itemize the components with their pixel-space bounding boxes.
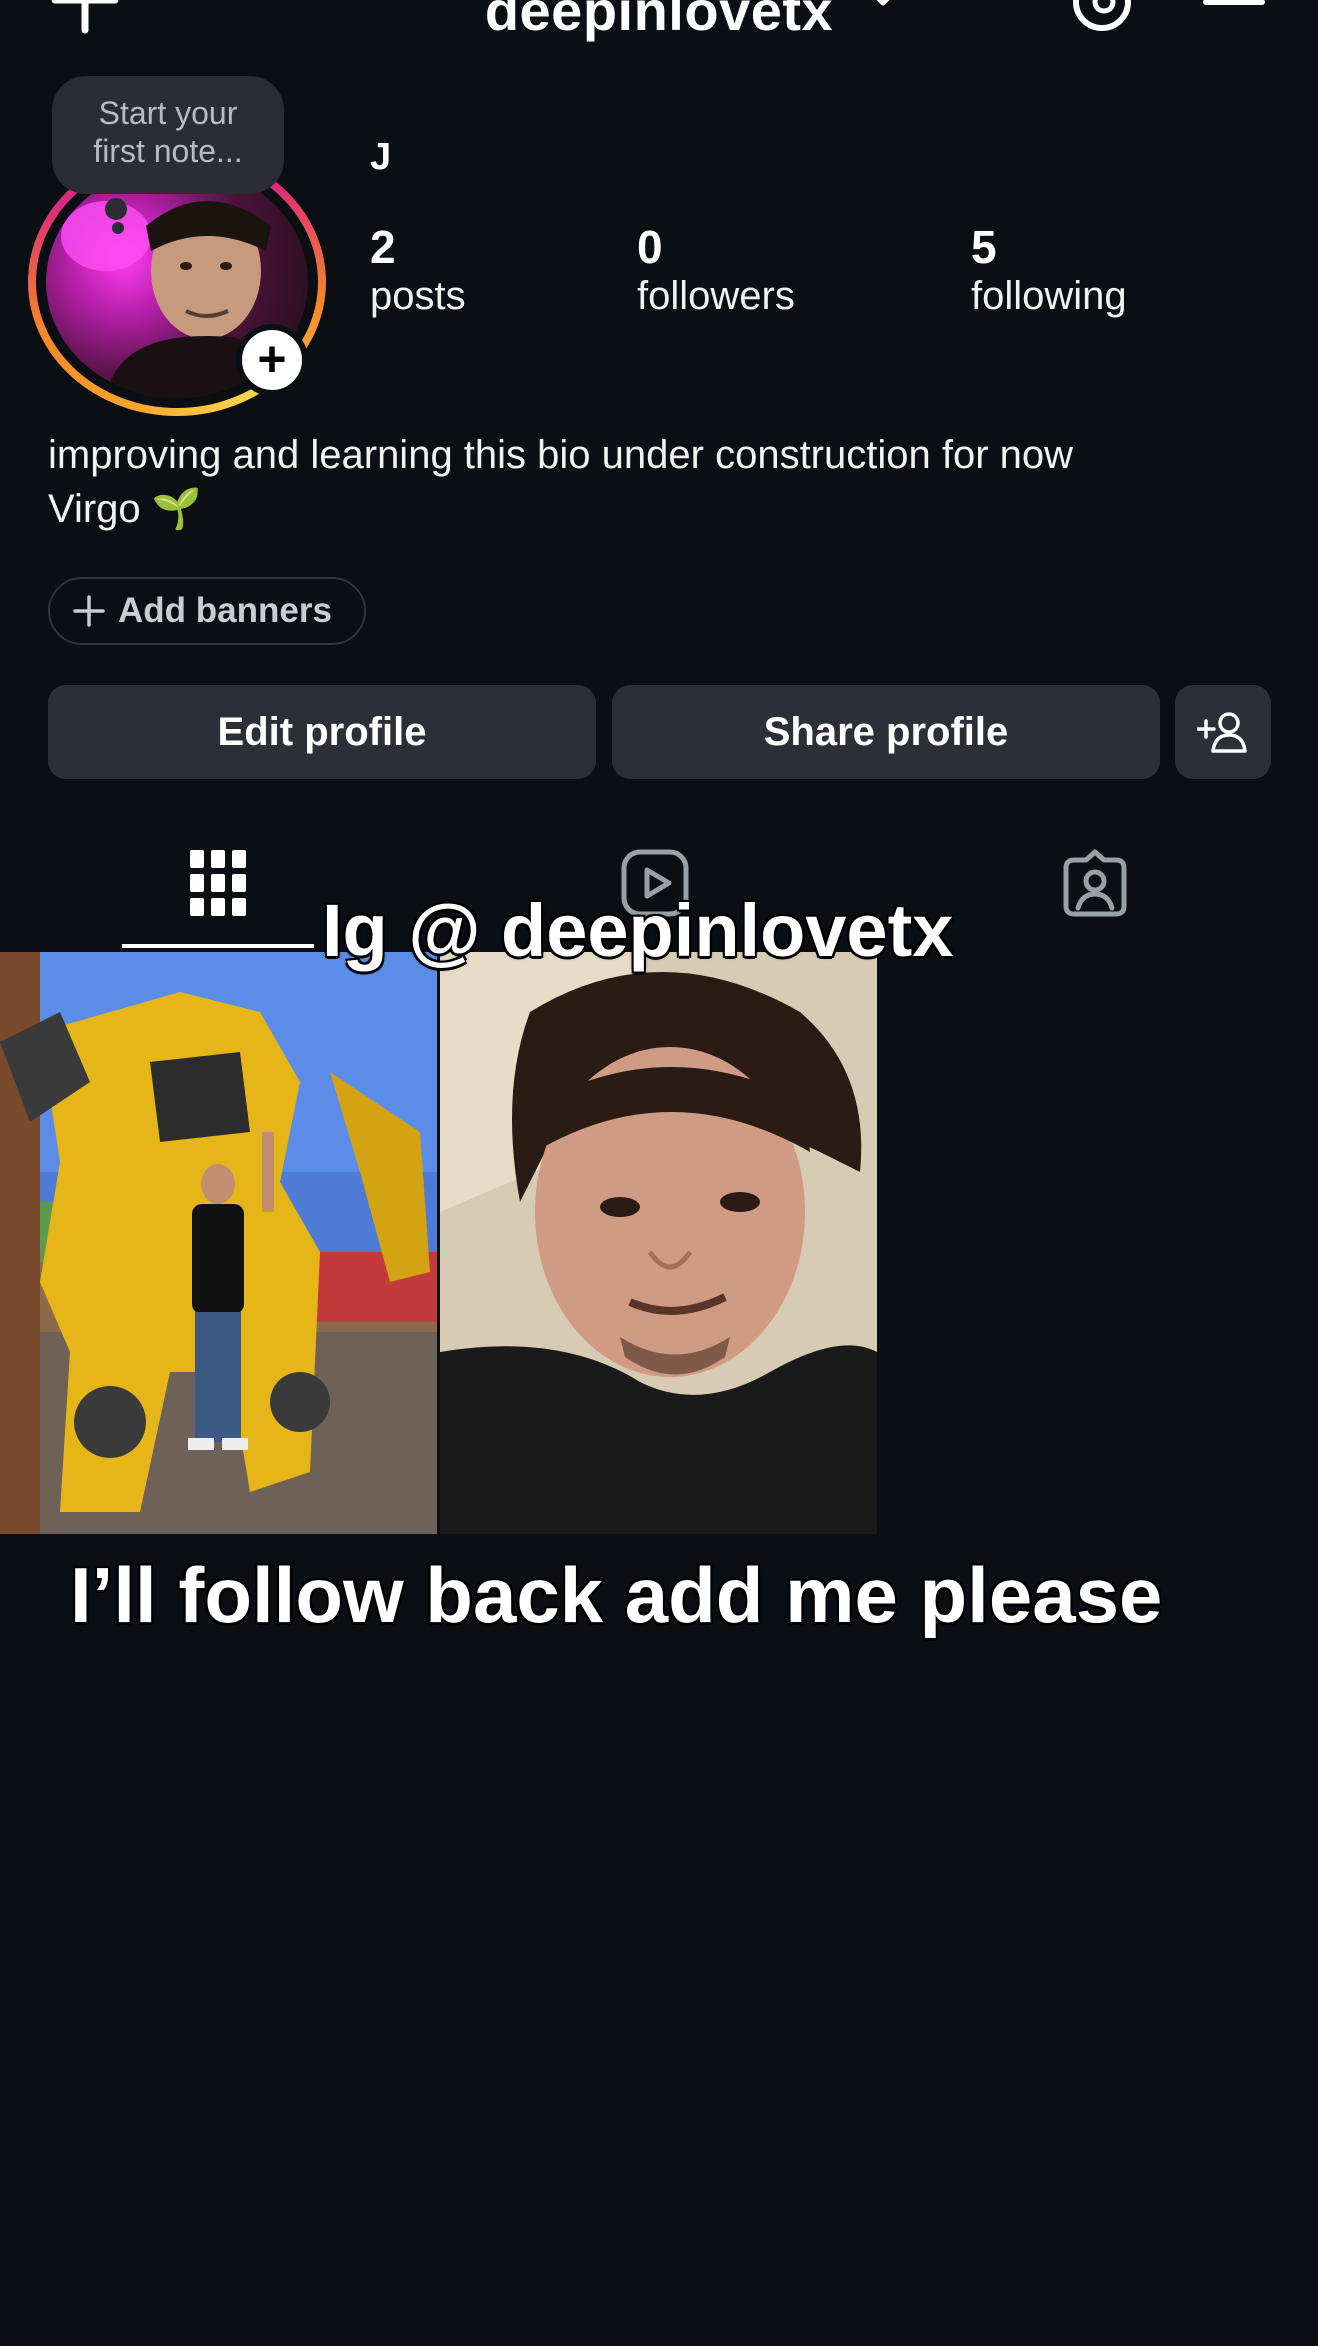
active-tab-indicator (122, 944, 314, 948)
note-placeholder-line2: first note... (93, 133, 243, 169)
note-placeholder-line1: Start your (98, 95, 238, 131)
add-banners-label: Add banners (118, 591, 332, 630)
plus-icon (73, 595, 105, 627)
add-banners-button[interactable]: Add banners (48, 577, 366, 645)
bio-line-1: improving and learning this bio under co… (48, 433, 1074, 477)
stat-followers-count: 0 (637, 221, 663, 273)
overlay-caption-top: Ig @ deepinlovetx (322, 889, 954, 972)
add-story-button[interactable]: + (236, 324, 308, 396)
stat-posts-label: posts (370, 274, 466, 318)
overlay-caption-bottom: I’ll follow back add me please (70, 1551, 1163, 1639)
tagged-icon[interactable] (1060, 848, 1130, 918)
stat-following-label: following (971, 274, 1127, 318)
stat-following[interactable]: 5 following (971, 220, 1127, 319)
grid-icon[interactable] (188, 848, 248, 918)
stat-following-count: 5 (971, 221, 997, 273)
chevron-down-icon[interactable] (868, 0, 898, 10)
threads-icon[interactable] (1070, 0, 1134, 34)
display-name: J (370, 136, 392, 178)
edit-profile-button[interactable]: Edit profile (48, 685, 596, 779)
stat-followers-label: followers (637, 274, 795, 318)
add-person-icon (1197, 712, 1247, 753)
discover-people-button[interactable] (1175, 685, 1271, 779)
post-image-icon (440, 952, 877, 1534)
menu-icon[interactable] (1202, 0, 1266, 30)
stat-posts[interactable]: 2 posts (370, 220, 466, 319)
stat-followers[interactable]: 0 followers (637, 220, 795, 319)
post-image-icon (0, 952, 437, 1534)
note-bubble[interactable]: Start your first note... (52, 76, 284, 194)
stat-posts-count: 2 (370, 221, 396, 273)
bio-line-2: Virgo 🌱 (48, 487, 202, 531)
post-thumbnail[interactable] (440, 952, 877, 1534)
post-thumbnail[interactable] (0, 952, 437, 1534)
share-profile-button[interactable]: Share profile (612, 685, 1160, 779)
bio: improving and learning this bio under co… (48, 428, 1288, 536)
